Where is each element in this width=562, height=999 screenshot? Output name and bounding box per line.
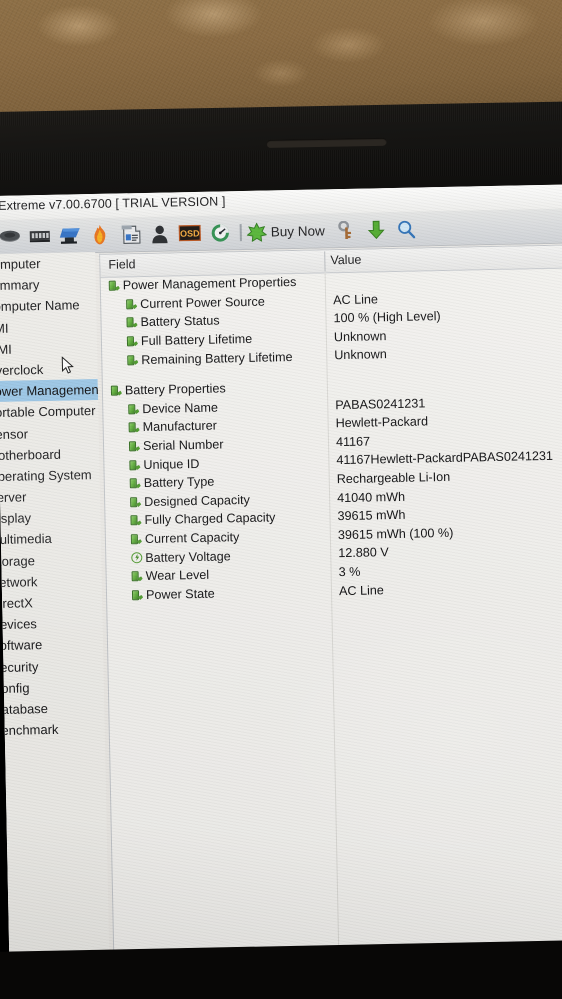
sidebar-item-operating-system[interactable]: Operating System: [0, 464, 100, 487]
sidebar-item-config[interactable]: Config: [0, 676, 104, 699]
battery-icon: [132, 589, 143, 601]
row-value: 41040 mWh: [336, 489, 406, 505]
navigation-sidebar[interactable]: Computer Summary Computer Name DMI IPMI …: [0, 251, 110, 962]
display-icon[interactable]: [55, 220, 86, 251]
row-field-label: Battery Type: [143, 474, 215, 491]
webcam-notch: [266, 137, 387, 149]
battery-icon: [130, 515, 141, 527]
column-header-value: Value: [330, 252, 362, 268]
row-field-label: Serial Number: [142, 437, 224, 454]
sidebar-item-sensor[interactable]: Sensor: [0, 421, 99, 444]
osd-icon[interactable]: OSD: [174, 218, 205, 249]
battery-icon: [127, 354, 138, 366]
cpu-icon[interactable]: [0, 221, 25, 252]
sidebar-item-database[interactable]: Database: [0, 697, 104, 720]
row-field-label: Current Capacity: [144, 530, 240, 547]
report-icon[interactable]: [114, 219, 145, 250]
sidebar-item-portable-computer[interactable]: Portable Computer: [0, 400, 99, 423]
row-value: PABAS0241231: [335, 395, 426, 412]
battery-icon: [126, 317, 137, 329]
row-value: Hewlett-Packard: [335, 414, 429, 431]
battery-icon: [127, 335, 138, 347]
background-wall: [0, 0, 562, 118]
row-value: 12.880 V: [338, 545, 389, 561]
row-field-label: Designed Capacity: [144, 492, 251, 509]
search-icon[interactable]: [390, 213, 421, 244]
laptop-screen: Extreme v7.00.6700 [ TRIAL VERSION ] OSD…: [0, 184, 562, 999]
battery-icon: [129, 440, 140, 452]
sidebar-item-overclock[interactable]: Overclock: [0, 358, 98, 381]
battery-icon: [129, 459, 140, 471]
sidebar-item-storage[interactable]: Storage: [0, 549, 101, 572]
row-field-label: Fully Charged Capacity: [144, 510, 276, 528]
row-value: Unknown: [334, 347, 387, 363]
details-panel: Field Value Power Management Properties: [99, 244, 562, 956]
sidebar-item-server[interactable]: Server: [0, 485, 100, 508]
battery-icon: [128, 403, 139, 415]
row-value: 3 %: [338, 564, 361, 580]
row-field-label: Battery Voltage: [145, 548, 231, 565]
row-value: AC Line: [338, 582, 384, 598]
details-rows: Power Management Properties Current Powe…: [101, 267, 562, 605]
row-value: 39615 mWh: [337, 507, 406, 524]
sidebar-item-computer[interactable]: Computer: [0, 252, 96, 275]
row-field-label: Wear Level: [145, 567, 210, 584]
gauge-icon[interactable]: [204, 217, 235, 248]
laptop-photo-screenshot: Extreme v7.00.6700 [ TRIAL VERSION ] OSD…: [0, 0, 562, 999]
row-field-label: Full Battery Lifetime: [140, 331, 253, 349]
buy-now-label: Buy Now: [270, 222, 325, 239]
battery-icon: [132, 570, 143, 582]
sidebar-item-software[interactable]: Software: [0, 633, 103, 656]
row-field-label: Current Power Source: [140, 294, 265, 311]
sidebar-item-directx[interactable]: DirectX: [0, 591, 102, 614]
row-value: Unknown: [333, 328, 387, 344]
battery-icon: [131, 533, 142, 545]
row-value: 39615 mWh (100 %): [337, 525, 454, 542]
sidebar-item-devices[interactable]: Devices: [0, 612, 102, 635]
battery-icon: [129, 422, 140, 434]
memory-icon[interactable]: [25, 221, 56, 252]
sidebar-item-ipmi[interactable]: IPMI: [0, 337, 97, 360]
sidebar-item-benchmark[interactable]: Benchmark: [0, 718, 105, 741]
toolbar-separator: [239, 223, 242, 241]
column-divider-handle[interactable]: [324, 251, 326, 272]
battery-icon: [130, 496, 141, 508]
sidebar-item-dmi[interactable]: DMI: [0, 316, 97, 339]
row-field-label: Power Management Properties: [122, 275, 297, 293]
download-icon[interactable]: [360, 214, 391, 245]
row-field-label: Power State: [145, 586, 215, 602]
row-field-label: Manufacturer: [142, 419, 218, 435]
row-value: 41167: [335, 434, 371, 449]
flame-icon[interactable]: [85, 220, 116, 251]
sidebar-item-network[interactable]: Network: [0, 570, 102, 593]
row-field-label: Device Name: [142, 400, 219, 416]
row-field-label: Battery Properties: [124, 381, 226, 398]
sidebar-item-power-management[interactable]: Power Management: [0, 379, 102, 403]
sidebar-item-display[interactable]: Display: [0, 506, 100, 529]
battery-icon: [126, 298, 137, 310]
row-value: 100 % (High Level): [333, 309, 441, 326]
voltage-bolt-icon: [131, 552, 142, 564]
star-leaf-icon: [246, 222, 267, 242]
row-field-label: Remaining Battery Lifetime: [141, 349, 293, 367]
buy-now-button[interactable]: Buy Now: [246, 221, 331, 242]
sidebar-item-computer-name[interactable]: Computer Name: [0, 294, 96, 317]
window-title: Extreme v7.00.6700 [ TRIAL VERSION ]: [0, 194, 226, 213]
column-header-field: Field: [108, 257, 136, 272]
row-value: AC Line: [333, 291, 379, 307]
battery-icon: [111, 385, 122, 397]
row-value: Rechargeable Li-Ion: [336, 469, 451, 487]
battery-icon: [109, 280, 120, 292]
sidebar-item-multimedia[interactable]: Multimedia: [0, 527, 101, 550]
row-field-label: Unique ID: [143, 456, 200, 472]
user-icon[interactable]: [144, 218, 175, 249]
sidebar-item-security[interactable]: Security: [0, 654, 103, 677]
key-icon[interactable]: [330, 215, 361, 246]
row-field-label: Battery Status: [140, 313, 220, 330]
sidebar-item-summary[interactable]: Summary: [0, 273, 96, 296]
battery-icon: [130, 477, 141, 489]
svg-text:OSD: OSD: [180, 228, 200, 238]
aida64-window: Extreme v7.00.6700 [ TRIAL VERSION ] OSD…: [0, 184, 562, 962]
sidebar-item-motherboard[interactable]: Motherboard: [0, 443, 99, 466]
